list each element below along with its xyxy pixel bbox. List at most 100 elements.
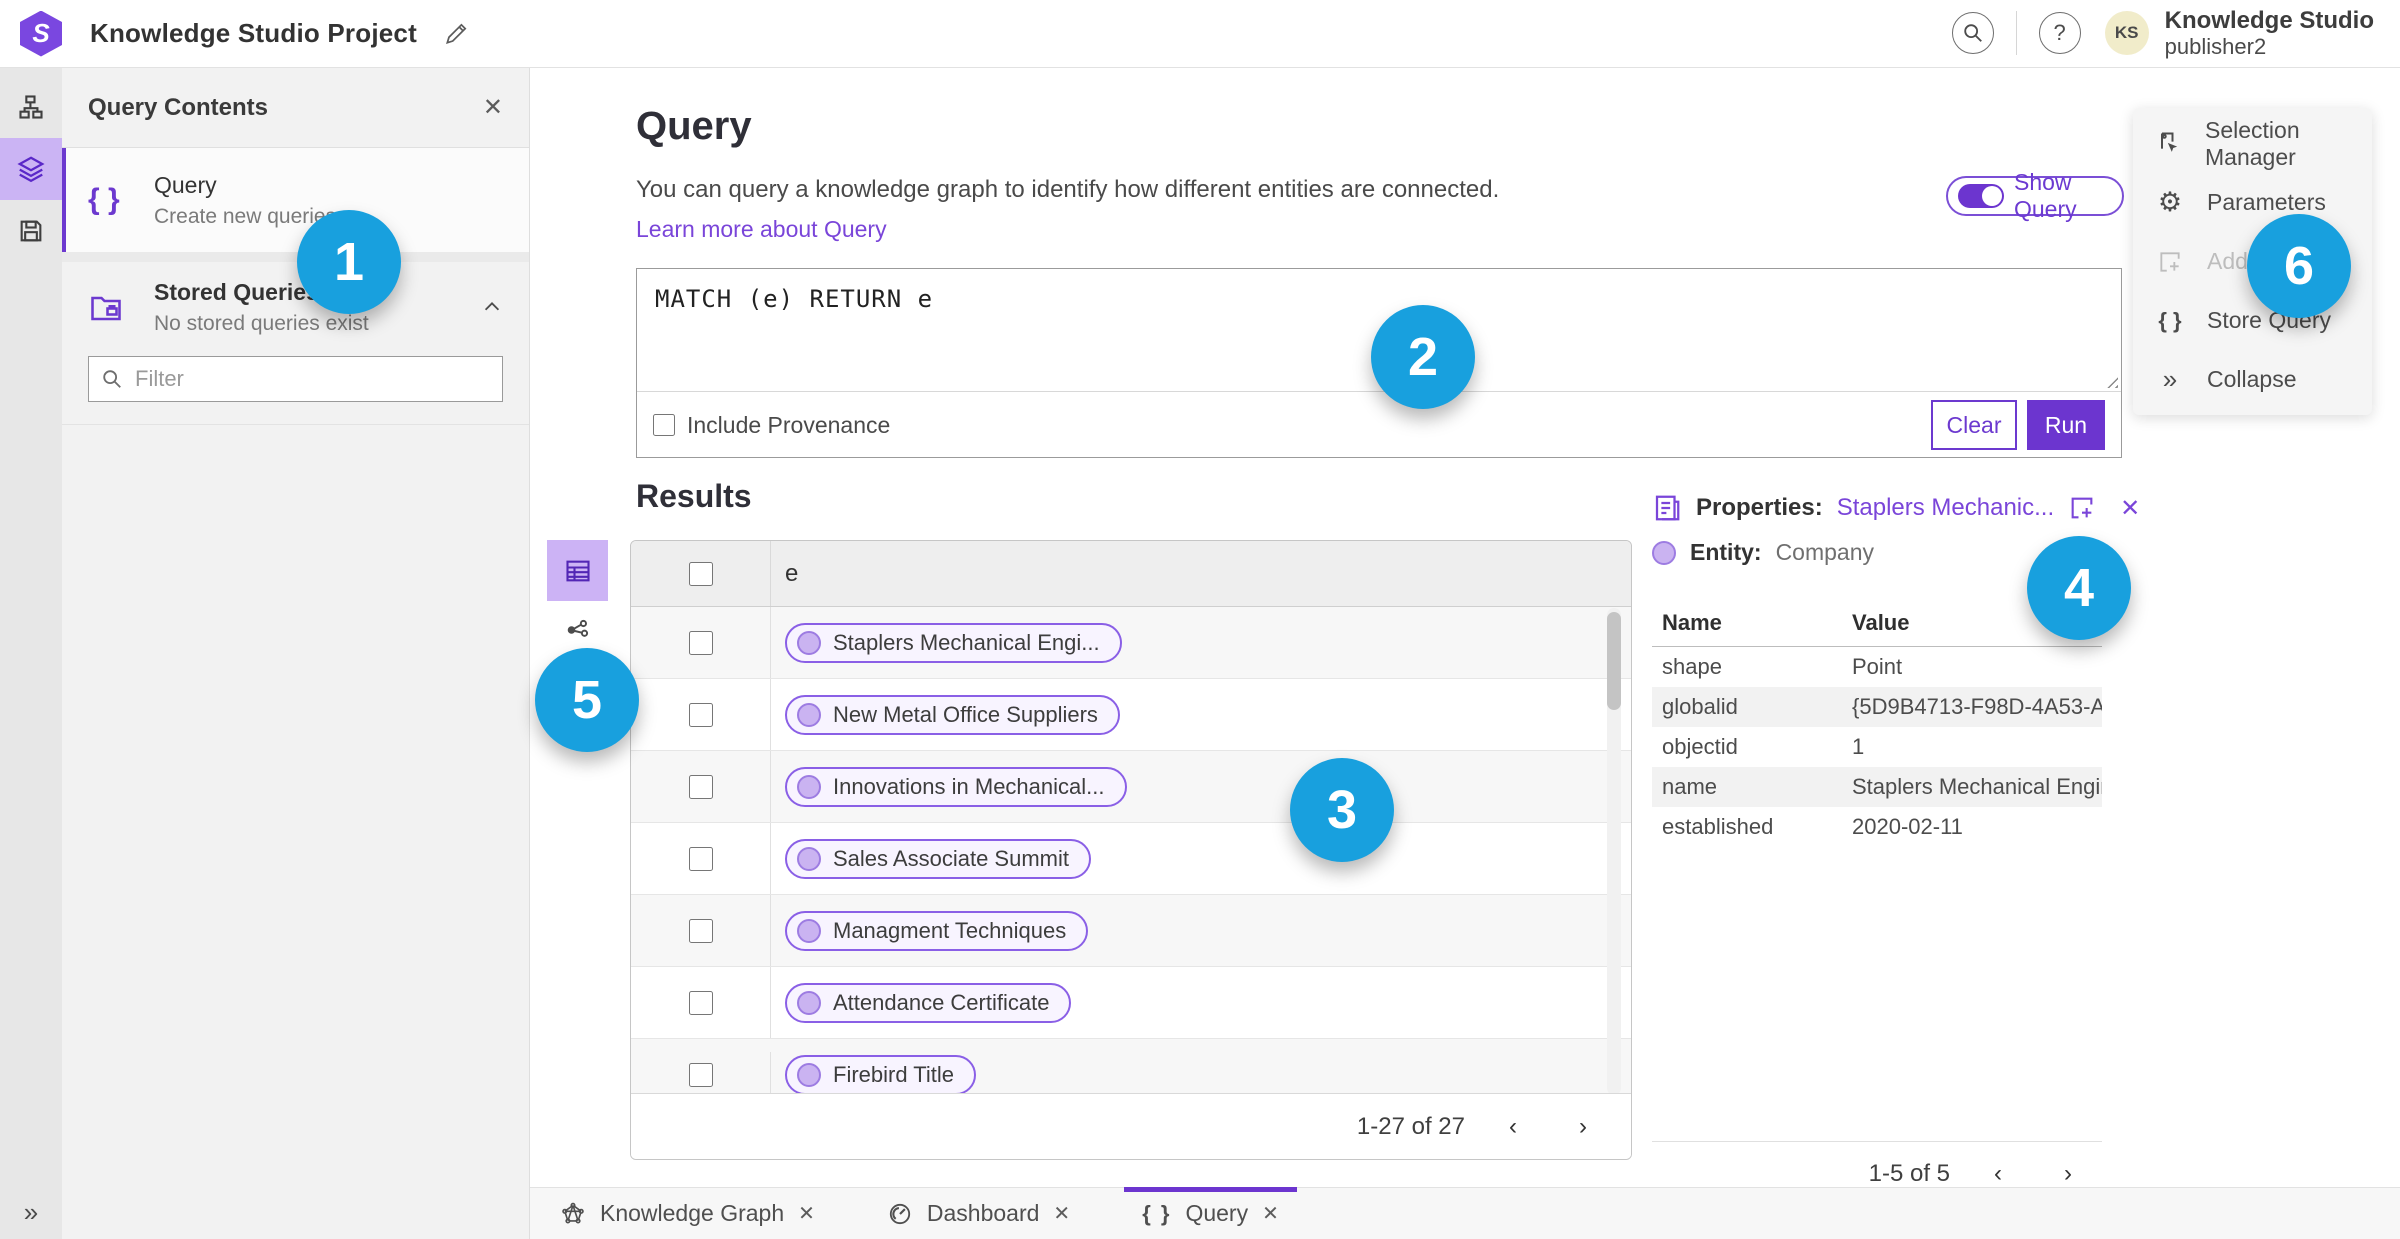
main-content: Query You can query a knowledge graph to… [530, 68, 2400, 1187]
table-row[interactable]: Attendance Certificate [631, 967, 1631, 1039]
data-model-button[interactable] [0, 76, 62, 138]
properties-page-range: 1-5 of 5 [1868, 1159, 1950, 1187]
expand-sidebar-button[interactable]: » [0, 1187, 62, 1237]
property-row[interactable]: objectid 1 [1652, 727, 2102, 767]
table-row[interactable]: Managment Techniques [631, 895, 1631, 967]
annotation-circle-1: 1 [297, 210, 401, 314]
property-row[interactable]: established 2020-02-11 [1652, 807, 2102, 847]
table-row[interactable]: Staplers Mechanical Engi... [631, 607, 1631, 679]
entity-pill[interactable]: Managment Techniques [785, 910, 1089, 951]
topbar-actions: ? KS Knowledge Studio publisher2 [1951, 7, 2400, 59]
properties-entity-link[interactable]: Staplers Mechanic... [1837, 494, 2054, 522]
prop-col-name: Name [1652, 604, 1842, 647]
select-all-checkbox[interactable] [688, 561, 713, 586]
scrollbar-thumb[interactable] [1607, 612, 1621, 710]
provenance-checkbox-input[interactable] [653, 414, 675, 436]
panel-title: Query Contents [88, 93, 269, 121]
close-panel-icon[interactable]: ✕ [483, 93, 503, 122]
row-checkbox[interactable] [688, 630, 713, 655]
entity-label: Managment Techniques [833, 917, 1067, 943]
tab-dashboard[interactable]: Dashboard ✕ [863, 1188, 1094, 1239]
results-pagination: 1-27 of 27 ‹ › [631, 1093, 1631, 1159]
include-provenance-checkbox[interactable]: Include Provenance [653, 412, 890, 439]
page-title: Query [636, 104, 752, 148]
gear-icon: ⚙ [2157, 187, 2183, 218]
menu-item-label: Selection Manager [2205, 116, 2300, 170]
sidebar-item-stored-queries[interactable]: Stored Queries No stored queries exist [62, 262, 529, 352]
toggle-switch-icon [1958, 184, 2004, 208]
add-to-selection-icon[interactable] [2068, 494, 2096, 522]
row-checkbox[interactable] [688, 774, 713, 799]
tab-knowledge-graph[interactable]: Knowledge Graph ✕ [536, 1188, 839, 1239]
results-scrollbar[interactable] [1607, 608, 1621, 1095]
tab-query[interactable]: { } Query ✕ [1118, 1187, 1303, 1239]
row-checkbox[interactable] [688, 918, 713, 943]
table-row[interactable]: Innovations in Mechanical... [631, 751, 1631, 823]
prop-value: 1 [1852, 734, 1865, 759]
layers-icon [16, 154, 46, 184]
row-checkbox[interactable] [688, 846, 713, 871]
prop-name: established [1662, 814, 1774, 839]
entity-pill[interactable]: Staplers Mechanical Engi... [785, 622, 1122, 663]
double-chevron-right-icon: » [23, 1196, 39, 1227]
prev-page-button[interactable]: ‹ [1491, 1105, 1535, 1149]
entity-pill[interactable]: Firebird Title [785, 1054, 977, 1095]
prop-value: {5D9B4713-F98D-4A53-A59F-C11... [1852, 694, 2102, 719]
row-checkbox[interactable] [688, 1062, 713, 1087]
user-role: publisher2 [2164, 33, 2267, 59]
table-view-button[interactable] [547, 540, 608, 601]
edit-title-icon[interactable] [443, 21, 469, 47]
save-button[interactable] [0, 200, 62, 262]
row-checkbox[interactable] [688, 990, 713, 1015]
stored-queries-subtitle: No stored queries exist [154, 311, 369, 335]
filter-input[interactable] [135, 366, 490, 392]
search-button[interactable] [1951, 12, 1994, 55]
tab-label: Dashboard [926, 1200, 1040, 1226]
entity-label: Innovations in Mechanical... [833, 773, 1105, 799]
learn-more-link[interactable]: Learn more about Query [636, 216, 887, 243]
next-page-button[interactable]: › [1561, 1105, 1605, 1149]
panel-header: Query Contents ✕ [62, 68, 529, 148]
query-contents-panel: Query Contents ✕ { } Query Create new qu… [62, 68, 530, 1239]
entity-pill[interactable]: New Metal Office Suppliers [785, 694, 1120, 735]
clear-button[interactable]: Clear [1931, 400, 2017, 450]
entity-label: Firebird Title [833, 1061, 955, 1087]
entity-pill[interactable]: Innovations in Mechanical... [785, 766, 1127, 807]
query-actions-row: Include Provenance Clear Run [637, 391, 2121, 458]
table-row[interactable]: Sales Associate Summit [631, 823, 1631, 895]
show-query-toggle[interactable]: Show Query [1946, 169, 2124, 222]
top-bar: S Knowledge Studio Project ? KS Knowledg… [0, 0, 2400, 68]
sidebar-item-query[interactable]: { } Query Create new queries [62, 148, 529, 252]
table-row[interactable]: New Metal Office Suppliers [631, 679, 1631, 751]
user-info[interactable]: Knowledge Studio publisher2 [2164, 7, 2374, 59]
braces-icon: { } [1142, 1200, 1172, 1226]
close-properties-icon[interactable]: ✕ [2120, 494, 2140, 523]
close-tab-icon[interactable]: ✕ [1053, 1201, 1070, 1226]
filter-field[interactable] [88, 356, 503, 402]
property-row[interactable]: shape Point [1652, 647, 2102, 688]
run-button[interactable]: Run [2027, 400, 2105, 450]
entity-label: Attendance Certificate [833, 989, 1050, 1015]
entity-pill[interactable]: Sales Associate Summit [785, 838, 1091, 879]
panel-divider [62, 252, 529, 262]
menu-item-parameters[interactable]: ⚙ Parameters [2133, 173, 2372, 232]
query-layers-button[interactable] [0, 138, 62, 200]
properties-icon [1652, 493, 1682, 523]
menu-item-selection-manager[interactable]: Selection Manager [2133, 114, 2372, 173]
entity-dot-icon [797, 774, 821, 799]
property-row[interactable]: globalid {5D9B4713-F98D-4A53-A59F-C11... [1652, 687, 2102, 727]
collapse-section-icon[interactable] [481, 296, 503, 318]
entity-dot-icon [797, 702, 821, 727]
menu-item-collapse[interactable]: » Collapse [2133, 350, 2372, 409]
entity-pill[interactable]: Attendance Certificate [785, 982, 1072, 1023]
app-logo-icon[interactable]: S [20, 10, 62, 57]
entity-label: Staplers Mechanical Engi... [833, 629, 1100, 655]
property-row[interactable]: name Staplers Mechanical Engineering [1652, 767, 2102, 807]
close-tab-icon[interactable]: ✕ [798, 1201, 815, 1226]
prop-name: name [1662, 774, 1718, 799]
close-tab-icon[interactable]: ✕ [1262, 1201, 1279, 1226]
row-checkbox[interactable] [688, 702, 713, 727]
help-button[interactable]: ? [2038, 12, 2081, 55]
bottom-tab-bar: Knowledge Graph ✕ Dashboard ✕ { } Query … [530, 1187, 2400, 1239]
avatar[interactable]: KS [2104, 11, 2149, 56]
